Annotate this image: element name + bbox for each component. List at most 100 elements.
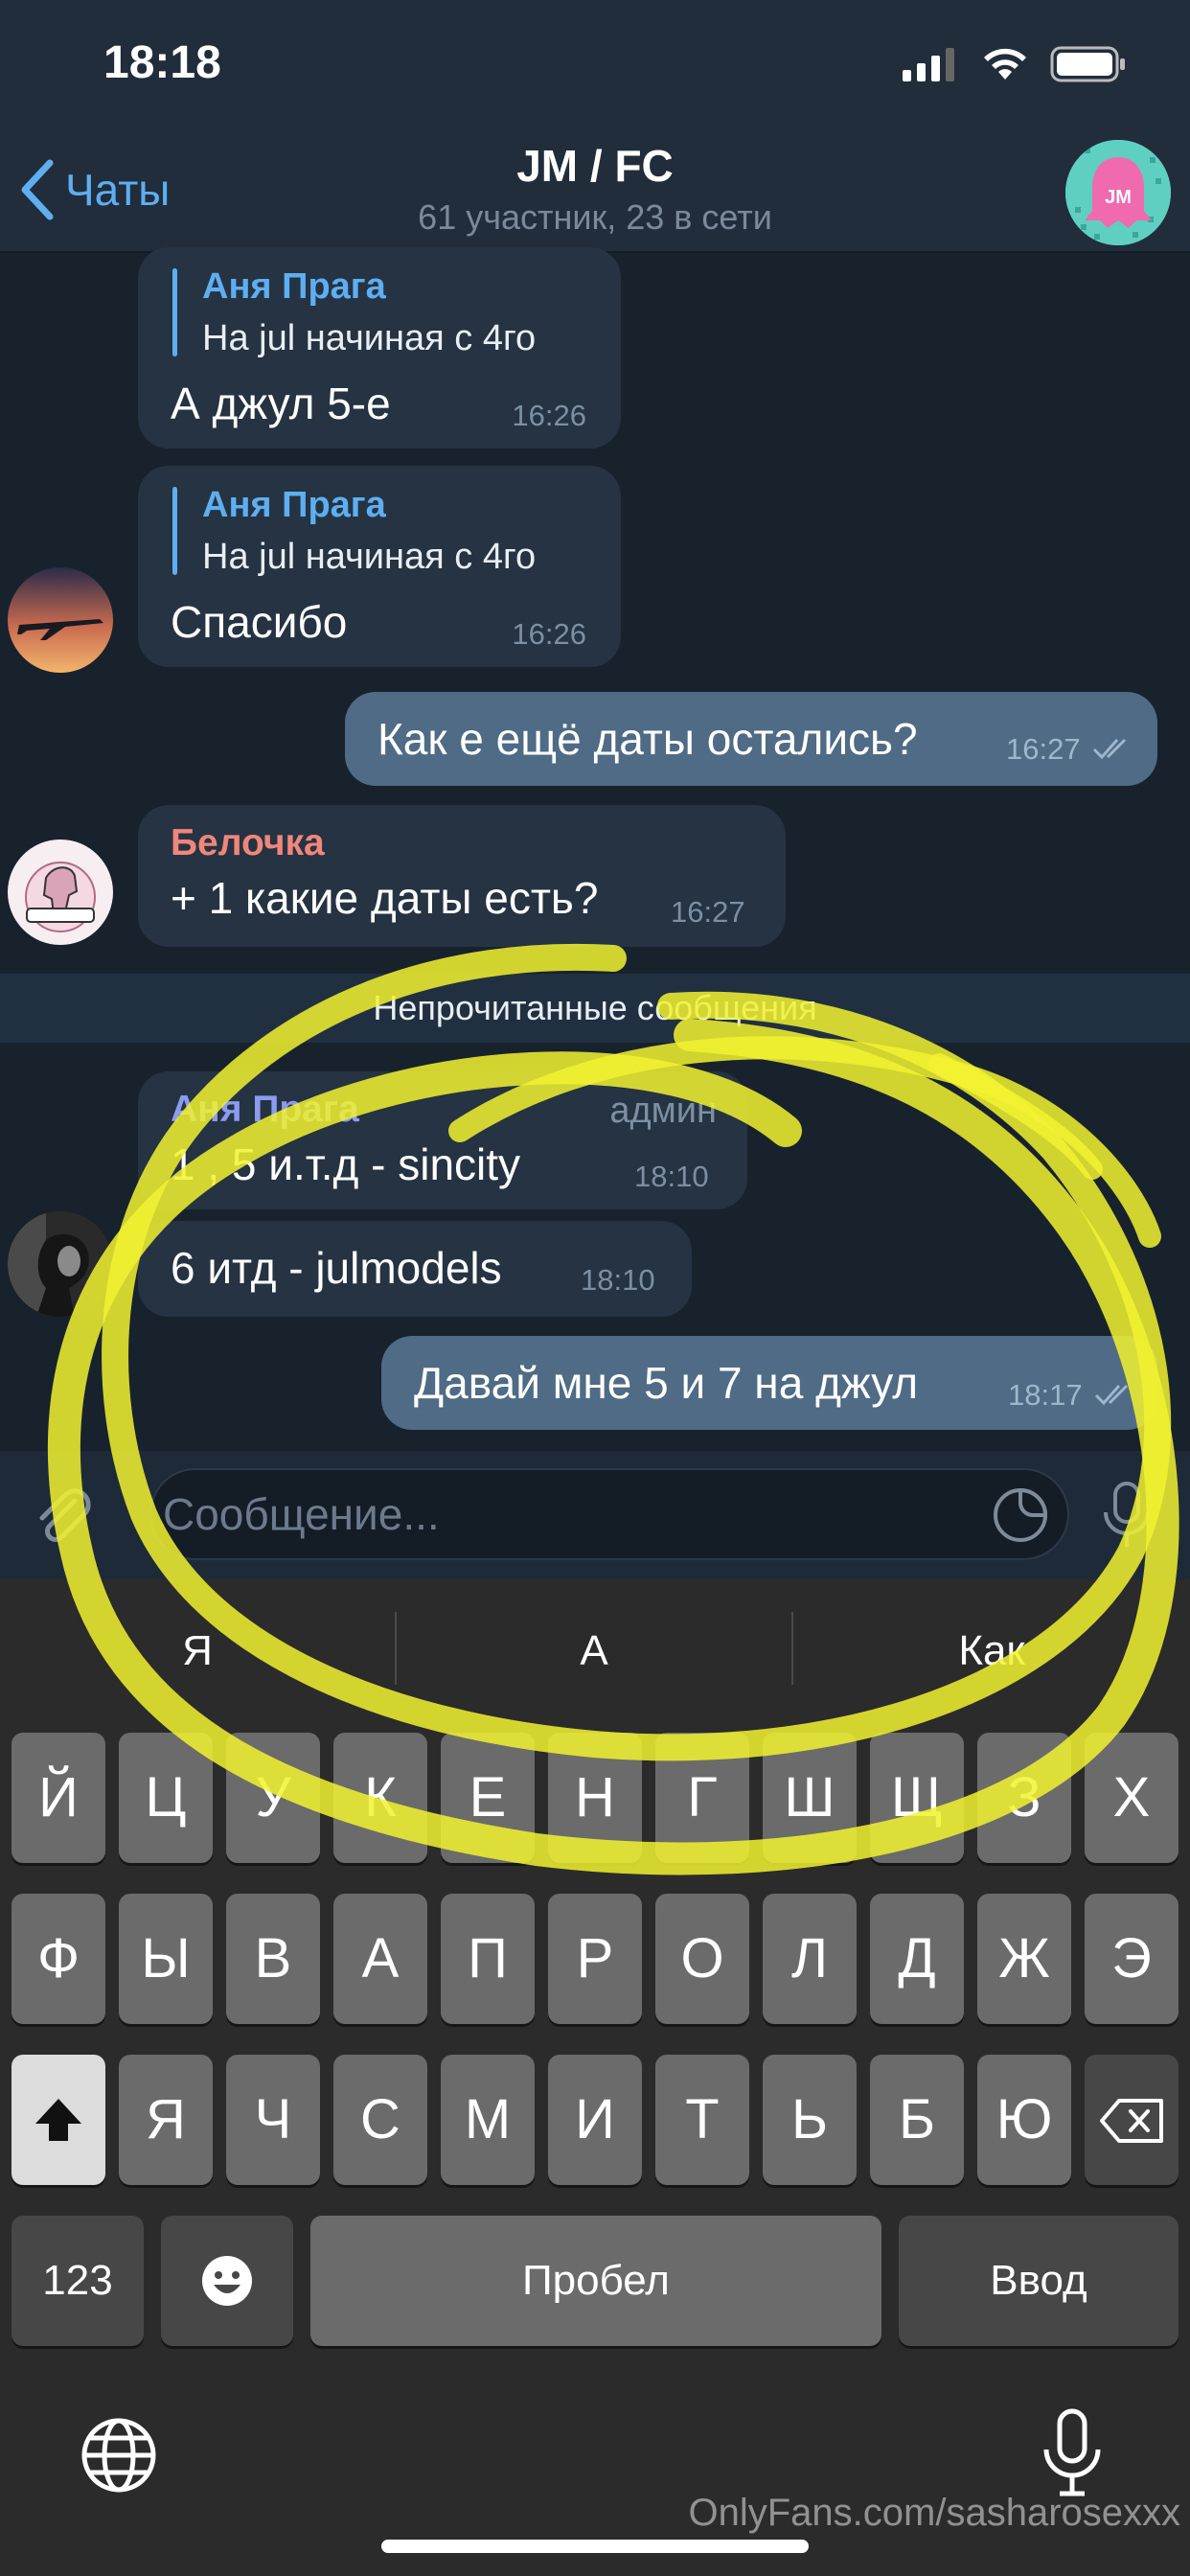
battery-icon <box>1050 46 1125 82</box>
message-time: 18:10 <box>634 1160 709 1193</box>
message-bubble[interactable]: 6 итд - julmodels 18:10 <box>138 1221 692 1317</box>
key[interactable]: Щ <box>870 1733 964 1863</box>
reply-bar <box>172 268 177 356</box>
message-time: 18:10 <box>581 1263 655 1297</box>
message-text: Как е ещё даты остались? <box>378 714 918 764</box>
emoji-key[interactable] <box>161 2216 293 2346</box>
message-input-field[interactable] <box>149 1468 1069 1560</box>
message-bubble[interactable]: Аня Прага На jul начиная с 4го Спасибо 1… <box>138 466 621 667</box>
message-text: 6 итд - julmodels <box>171 1243 502 1293</box>
key[interactable]: Э <box>1085 1894 1179 2024</box>
key[interactable]: Д <box>870 1894 964 2024</box>
key[interactable]: Р <box>548 1894 642 2024</box>
watermark: OnlyFans.com/sasharosexxx <box>688 2492 1180 2534</box>
sticker-icon[interactable] <box>991 1485 1050 1545</box>
chat-header: Чаты JM / FC 61 участник, 23 в сети JM <box>0 134 1190 253</box>
key[interactable]: К <box>333 1733 427 1863</box>
chat-avatar[interactable]: JM <box>1065 140 1171 245</box>
globe-icon[interactable] <box>79 2415 159 2496</box>
suggestion-item[interactable]: Я <box>0 1579 395 1723</box>
avatar[interactable] <box>8 567 113 673</box>
return-key[interactable]: Ввод <box>899 2216 1179 2346</box>
message-text: + 1 какие даты есть? <box>171 873 599 923</box>
key[interactable]: Ч <box>226 2055 320 2185</box>
ghost-logo-icon: JM <box>1065 140 1171 245</box>
key[interactable]: Ю <box>977 2055 1071 2185</box>
key[interactable]: А <box>333 1894 427 2024</box>
status-time: 18:18 <box>103 37 221 88</box>
key[interactable]: О <box>655 1894 749 2024</box>
emoji-icon <box>202 2256 252 2306</box>
message-bubble[interactable]: Белочка + 1 какие даты есть? 16:27 <box>138 805 786 947</box>
sender-name[interactable]: Белочка <box>171 822 325 864</box>
key[interactable]: С <box>333 2055 427 2185</box>
key[interactable]: Х <box>1085 1733 1179 1863</box>
backspace-key[interactable] <box>1085 2055 1179 2185</box>
chat-subtitle: 61 участник, 23 в сети <box>418 197 772 237</box>
message-input[interactable] <box>163 1470 968 1558</box>
numbers-key[interactable]: 123 <box>11 2216 144 2346</box>
suggestion-item[interactable]: А <box>397 1579 791 1723</box>
key[interactable]: Ц <box>119 1733 213 1863</box>
chat-avatar-text: JM <box>1105 187 1132 208</box>
message-time: 16:26 <box>512 399 586 432</box>
avatar[interactable] <box>8 1211 113 1317</box>
airplane-sunset-avatar <box>8 567 113 673</box>
unread-messages-divider: Непрочитанные сообщения <box>0 974 1190 1043</box>
key[interactable]: И <box>548 2055 642 2185</box>
key[interactable]: В <box>226 1894 320 2024</box>
avatar[interactable] <box>8 840 113 945</box>
signal-icon <box>903 48 954 81</box>
reply-bar <box>172 487 177 575</box>
message-text: Спасибо <box>171 597 348 647</box>
dino-sticker-avatar <box>8 840 113 945</box>
chat-title[interactable]: JM / FC <box>0 140 1190 192</box>
key[interactable]: Я <box>119 2055 213 2185</box>
key[interactable]: П <box>441 1894 535 2024</box>
key[interactable]: Ь <box>763 2055 857 2185</box>
key[interactable]: У <box>226 1733 320 1863</box>
suggestion-bar: Я А Как <box>0 1579 1190 1723</box>
key[interactable]: Ж <box>977 1894 1071 2024</box>
message-time: 16:27 <box>671 895 745 929</box>
key[interactable]: Г <box>655 1733 749 1863</box>
message-time: 16:26 <box>512 617 586 651</box>
message-time: 16:27 <box>1006 732 1081 766</box>
wifi-icon <box>984 48 1026 80</box>
outgoing-message-bubble[interactable]: Давай мне 5 и 7 на джул 18:17 <box>381 1336 1157 1430</box>
paperclip-icon[interactable] <box>29 1482 96 1549</box>
key[interactable]: З <box>977 1733 1071 1863</box>
key[interactable]: Ф <box>11 1894 105 2024</box>
status-icons <box>903 46 1127 82</box>
suggestion-item[interactable]: Как <box>793 1579 1190 1723</box>
reply-sender-name: Аня Прага <box>202 266 386 307</box>
outgoing-message-bubble[interactable]: Как е ещё даты остались? 16:27 <box>345 692 1157 786</box>
reply-text: На jul начиная с 4го <box>202 318 537 358</box>
space-key[interactable]: Пробел <box>310 2216 881 2346</box>
backspace-icon <box>1100 2099 1163 2143</box>
sender-name[interactable]: Аня Прага <box>171 1089 359 1131</box>
admin-badge: админ <box>609 1091 717 1131</box>
read-checks-icon <box>1092 738 1127 760</box>
home-indicator[interactable] <box>381 2540 809 2553</box>
bw-photo-avatar <box>8 1211 113 1317</box>
key[interactable]: Е <box>441 1733 535 1863</box>
key[interactable]: Т <box>655 2055 749 2185</box>
reply-text: На jul начиная с 4го <box>202 537 537 577</box>
key[interactable]: Н <box>548 1733 642 1863</box>
shift-key[interactable] <box>11 2055 105 2185</box>
key[interactable]: Й <box>11 1733 105 1863</box>
message-input-bar <box>0 1451 1190 1579</box>
dictation-icon[interactable] <box>1039 2407 1106 2499</box>
microphone-icon[interactable] <box>1098 1480 1156 1551</box>
key[interactable]: М <box>441 2055 535 2185</box>
key[interactable]: Л <box>763 1894 857 2024</box>
message-time: 18:17 <box>1008 1378 1083 1412</box>
key[interactable]: Б <box>870 2055 964 2185</box>
key[interactable]: Ы <box>119 1894 213 2024</box>
read-checks-icon <box>1094 1384 1129 1406</box>
message-bubble[interactable]: Аня Прага На jul начиная с 4го А джул 5-… <box>138 247 621 448</box>
key[interactable]: Ш <box>763 1733 857 1863</box>
message-bubble[interactable]: Аня Прага админ 1 , 5 и.т.д - sincity 18… <box>138 1071 747 1209</box>
message-text: А джул 5-е <box>171 379 391 428</box>
